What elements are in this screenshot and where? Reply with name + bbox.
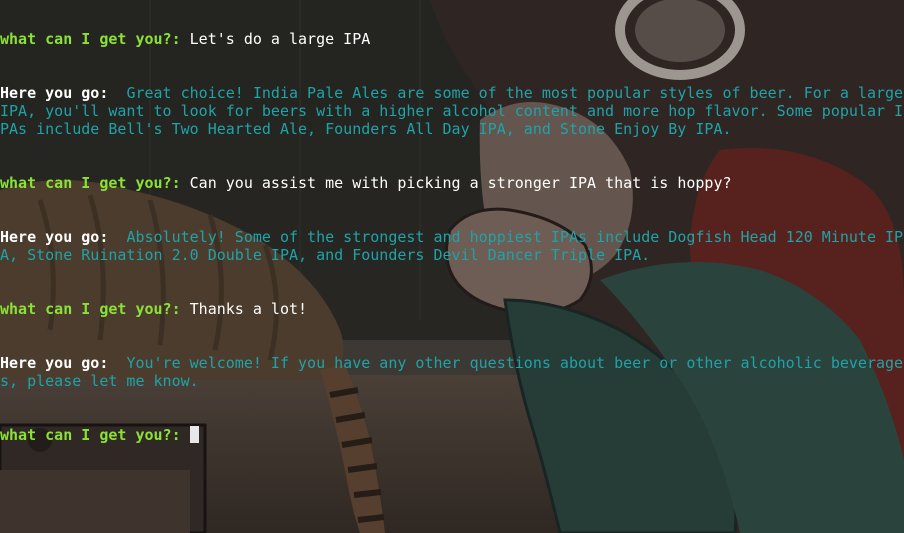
user-message: Let's do a large IPA bbox=[189, 30, 371, 48]
prompt-label: what can I get you?: bbox=[0, 426, 181, 444]
user-message: Can you assist me with picking a stronge… bbox=[189, 174, 732, 192]
reply-label: Here you go: bbox=[0, 84, 109, 102]
terminal-line-user: what can I get you?: Let's do a large IP… bbox=[0, 30, 904, 48]
prompt-label: what can I get you?: bbox=[0, 174, 181, 192]
terminal-line-bot: Here you go: Absolutely! Some of the str… bbox=[0, 228, 904, 264]
prompt-label: what can I get you?: bbox=[0, 30, 181, 48]
bot-message: Absolutely! Some of the strongest and ho… bbox=[0, 228, 904, 264]
terminal-input-line[interactable]: what can I get you?: bbox=[0, 426, 904, 444]
user-message: Thanks a lot! bbox=[189, 300, 308, 318]
text-cursor bbox=[189, 426, 199, 443]
terminal-line-user: what can I get you?: Can you assist me w… bbox=[0, 174, 904, 192]
bot-message: You're welcome! If you have any other qu… bbox=[0, 354, 904, 390]
bot-message: Great choice! India Pale Ales are some o… bbox=[0, 84, 904, 138]
terminal-line-user: what can I get you?: Thanks a lot! bbox=[0, 300, 904, 318]
terminal-line-bot: Here you go: You're welcome! If you have… bbox=[0, 354, 904, 390]
prompt-label: what can I get you?: bbox=[0, 300, 181, 318]
terminal-window[interactable]: what can I get you?: Let's do a large IP… bbox=[0, 0, 904, 533]
terminal-line-bot: Here you go: Great choice! India Pale Al… bbox=[0, 84, 904, 138]
terminal-transcript: what can I get you?: Let's do a large IP… bbox=[0, 0, 904, 480]
reply-label: Here you go: bbox=[0, 354, 109, 372]
reply-label: Here you go: bbox=[0, 228, 109, 246]
